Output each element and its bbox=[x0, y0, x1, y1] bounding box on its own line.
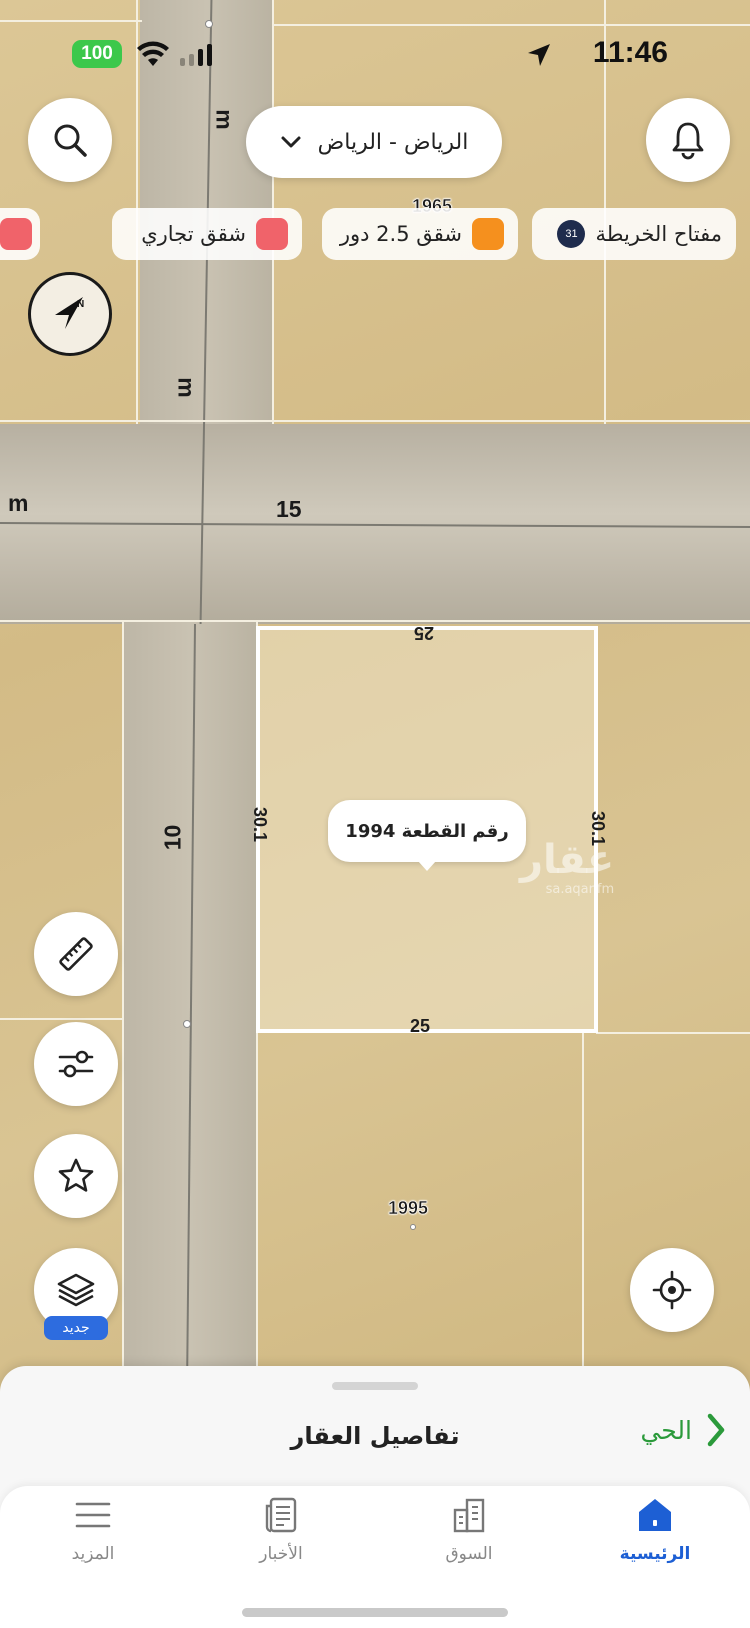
search-icon bbox=[54, 124, 87, 157]
parcel-line bbox=[0, 20, 142, 22]
legend-chip-apartments[interactable]: شقق 2.5 دور bbox=[322, 208, 518, 260]
tab-home[interactable]: الرئيسية bbox=[580, 1496, 730, 1564]
search-button[interactable] bbox=[28, 98, 112, 182]
status-bar: 100 11:46 bbox=[0, 36, 750, 74]
battery-indicator: 100 bbox=[72, 40, 122, 68]
compass-button[interactable]: N bbox=[28, 272, 112, 356]
watermark-logo: عقار bbox=[520, 837, 615, 883]
parcel-line bbox=[596, 1032, 750, 1034]
parcel-line bbox=[582, 1032, 584, 1390]
layers-icon bbox=[57, 1273, 95, 1307]
map-point bbox=[205, 20, 213, 28]
parcel-line bbox=[122, 620, 124, 1390]
map-point bbox=[183, 1020, 191, 1028]
legend-item-label: شقق 2.5 دور bbox=[339, 222, 462, 246]
street-label: m bbox=[211, 109, 238, 130]
legend-swatch bbox=[256, 218, 288, 250]
street-label: m bbox=[173, 377, 200, 398]
legend-item-label: شقق تجاري bbox=[141, 222, 246, 246]
compass-icon: N bbox=[55, 297, 84, 329]
tab-label: السوق bbox=[445, 1544, 493, 1564]
status-time: 11:46 bbox=[592, 36, 668, 69]
measure-button[interactable] bbox=[34, 912, 118, 996]
district-link[interactable]: الحي bbox=[640, 1412, 726, 1448]
news-icon bbox=[265, 1497, 297, 1533]
buildings-icon bbox=[453, 1498, 485, 1533]
tab-label: الأخبار bbox=[259, 1544, 303, 1564]
plot-number[interactable]: 1995 bbox=[388, 1198, 429, 1219]
notifications-button[interactable] bbox=[646, 98, 730, 182]
chevron-right-icon bbox=[707, 1413, 725, 1447]
filter-button[interactable] bbox=[34, 1022, 118, 1106]
street-label: 10 bbox=[159, 824, 186, 851]
location-arrow-icon bbox=[528, 44, 550, 66]
tab-market[interactable]: السوق bbox=[394, 1496, 544, 1564]
sheet-drag-handle[interactable] bbox=[332, 1382, 418, 1390]
plot-dim-left: 30.1 bbox=[250, 806, 271, 843]
ruler-icon bbox=[59, 937, 93, 971]
tab-label: المزيد bbox=[71, 1544, 115, 1564]
map-point bbox=[410, 1224, 416, 1230]
tab-news[interactable]: الأخبار bbox=[206, 1496, 356, 1564]
parcel-line bbox=[0, 620, 750, 622]
plot-dim-bottom: 25 bbox=[410, 1016, 431, 1036]
legend-chip-commercial[interactable]: شقق تجاري bbox=[112, 208, 302, 260]
watermark-url: sa.aqar.fm bbox=[545, 882, 615, 897]
home-icon bbox=[639, 1499, 671, 1531]
tab-bar: الرئيسية السوق الأخبار المزيد bbox=[0, 1486, 750, 1628]
chevron-down-icon bbox=[281, 136, 301, 148]
sheet-title: تفاصيل العقار bbox=[290, 1422, 460, 1450]
sliders-icon bbox=[58, 1050, 94, 1078]
plot-callout[interactable]: رقم القطعة 1994 bbox=[328, 800, 526, 871]
parcel-line bbox=[274, 24, 750, 26]
map-legend: مفتاح الخريطة 31 شقق 2.5 دور شقق تجاري bbox=[0, 208, 750, 260]
watermark: عقار sa.aqar.fm bbox=[520, 838, 614, 897]
tab-label: الرئيسية bbox=[619, 1544, 691, 1564]
svg-text:N: N bbox=[77, 299, 84, 310]
map-key-chip[interactable]: مفتاح الخريطة 31 bbox=[532, 208, 736, 260]
crosshair-icon bbox=[652, 1270, 692, 1310]
legend-swatch bbox=[472, 218, 504, 250]
plot-dim-top: 25 bbox=[414, 623, 435, 643]
legend-swatch bbox=[0, 218, 32, 250]
street-label: m bbox=[8, 490, 29, 516]
home-indicator bbox=[242, 1608, 508, 1617]
favorites-button[interactable] bbox=[34, 1134, 118, 1218]
parcel-line bbox=[0, 420, 750, 422]
my-location-button[interactable] bbox=[630, 1248, 714, 1332]
parcel-line bbox=[0, 1018, 124, 1020]
tab-more[interactable]: المزيد bbox=[18, 1496, 168, 1564]
city-selector[interactable]: الرياض - الرياض bbox=[246, 106, 502, 178]
map-key-count: 31 bbox=[557, 220, 586, 248]
cellular-signal-icon bbox=[180, 44, 212, 66]
map-key-label: مفتاح الخريطة bbox=[595, 222, 722, 246]
menu-icon bbox=[75, 1502, 111, 1528]
street-label: 15 bbox=[276, 496, 302, 522]
wifi-icon bbox=[137, 41, 169, 66]
legend-chip-partial[interactable] bbox=[0, 208, 40, 260]
bell-icon bbox=[672, 122, 704, 160]
district-link-label: الحي bbox=[640, 1415, 692, 1445]
star-icon bbox=[58, 1158, 94, 1192]
new-badge: جديد bbox=[44, 1316, 108, 1340]
city-selector-label: الرياض - الرياض bbox=[317, 129, 469, 155]
